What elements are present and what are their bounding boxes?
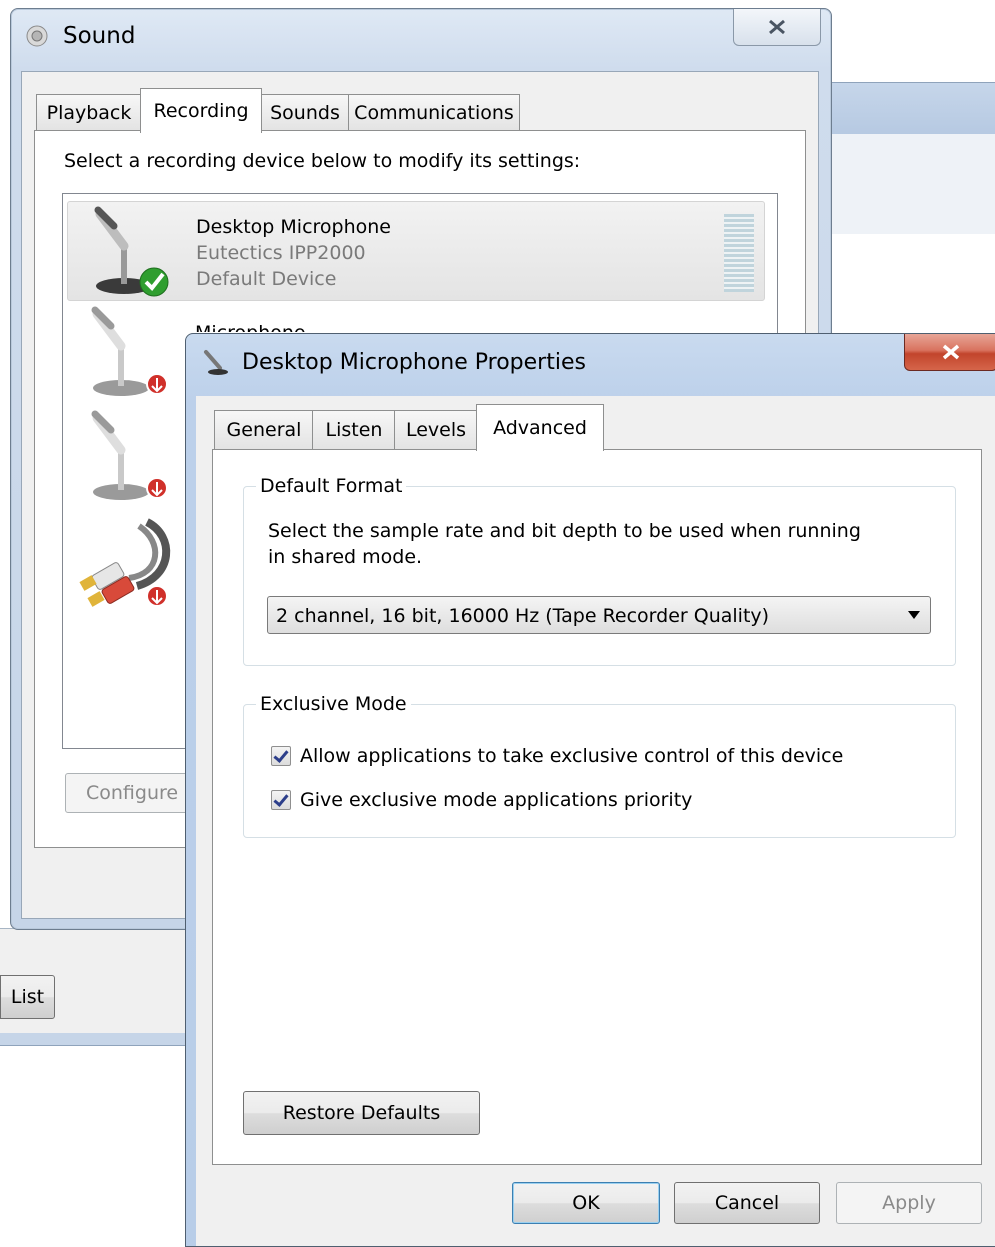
tab-communications[interactable]: Communications [348, 94, 520, 131]
instruction-text: Select a recording device below to modif… [64, 150, 581, 172]
list-button[interactable]: List [0, 975, 55, 1019]
format-description: in shared mode. [268, 546, 423, 568]
background-window-frame [810, 82, 995, 136]
line-in-cable-icon [79, 518, 171, 607]
exclusive-mode-group [243, 704, 956, 838]
device-driver: Eutectics IPP2000 [196, 242, 366, 264]
close-icon [942, 344, 960, 360]
format-dropdown[interactable]: 2 channel, 16 bit, 16000 Hz (Tape Record… [267, 596, 931, 634]
group-label: Exclusive Mode [256, 693, 411, 715]
exclusive-priority-label[interactable]: Give exclusive mode applications priorit… [300, 789, 692, 811]
level-meter [724, 214, 754, 292]
tab-playback[interactable]: Playback [36, 94, 142, 131]
microphone-icon [91, 306, 168, 396]
default-format-group [243, 486, 956, 666]
tab-listen[interactable]: Listen [312, 410, 396, 449]
microphone-icon [94, 206, 169, 297]
tab-levels[interactable]: Levels [394, 410, 478, 449]
list-item[interactable]: Desktop Microphone Eutectics IPP2000 Def… [67, 201, 765, 301]
sound-close-button[interactable] [733, 9, 821, 46]
device-status: Default Device [196, 268, 337, 290]
background-window-bottom-bar [0, 1033, 185, 1046]
speaker-icon [26, 25, 48, 47]
apply-button[interactable]: Apply [836, 1182, 982, 1224]
group-label: Default Format [256, 475, 407, 497]
exclusive-priority-checkbox[interactable] [271, 790, 291, 810]
window-title: Sound [63, 23, 136, 49]
allow-exclusive-checkbox[interactable] [271, 746, 291, 766]
format-dropdown-value: 2 channel, 16 bit, 16000 Hz (Tape Record… [276, 605, 770, 627]
ok-button[interactable]: OK [512, 1182, 660, 1224]
properties-close-button[interactable] [904, 334, 995, 371]
microphone-icon [204, 350, 228, 375]
restore-defaults-button[interactable]: Restore Defaults [243, 1091, 480, 1135]
window-title: Desktop Microphone Properties [242, 350, 586, 375]
background-window-toolbar [810, 134, 995, 234]
tab-sounds[interactable]: Sounds [260, 94, 350, 131]
tab-general[interactable]: General [214, 410, 314, 449]
tab-advanced[interactable]: Advanced [476, 404, 604, 451]
format-description: Select the sample rate and bit depth to … [268, 520, 861, 542]
device-name: Microphone [195, 322, 306, 332]
chevron-down-icon [908, 611, 920, 619]
device-name: Desktop Microphone [196, 216, 391, 238]
tab-recording[interactable]: Recording [140, 88, 262, 133]
close-icon [769, 19, 785, 35]
microphone-icon [91, 410, 168, 500]
cancel-button[interactable]: Cancel [674, 1182, 820, 1224]
allow-exclusive-label[interactable]: Allow applications to take exclusive con… [300, 745, 843, 767]
